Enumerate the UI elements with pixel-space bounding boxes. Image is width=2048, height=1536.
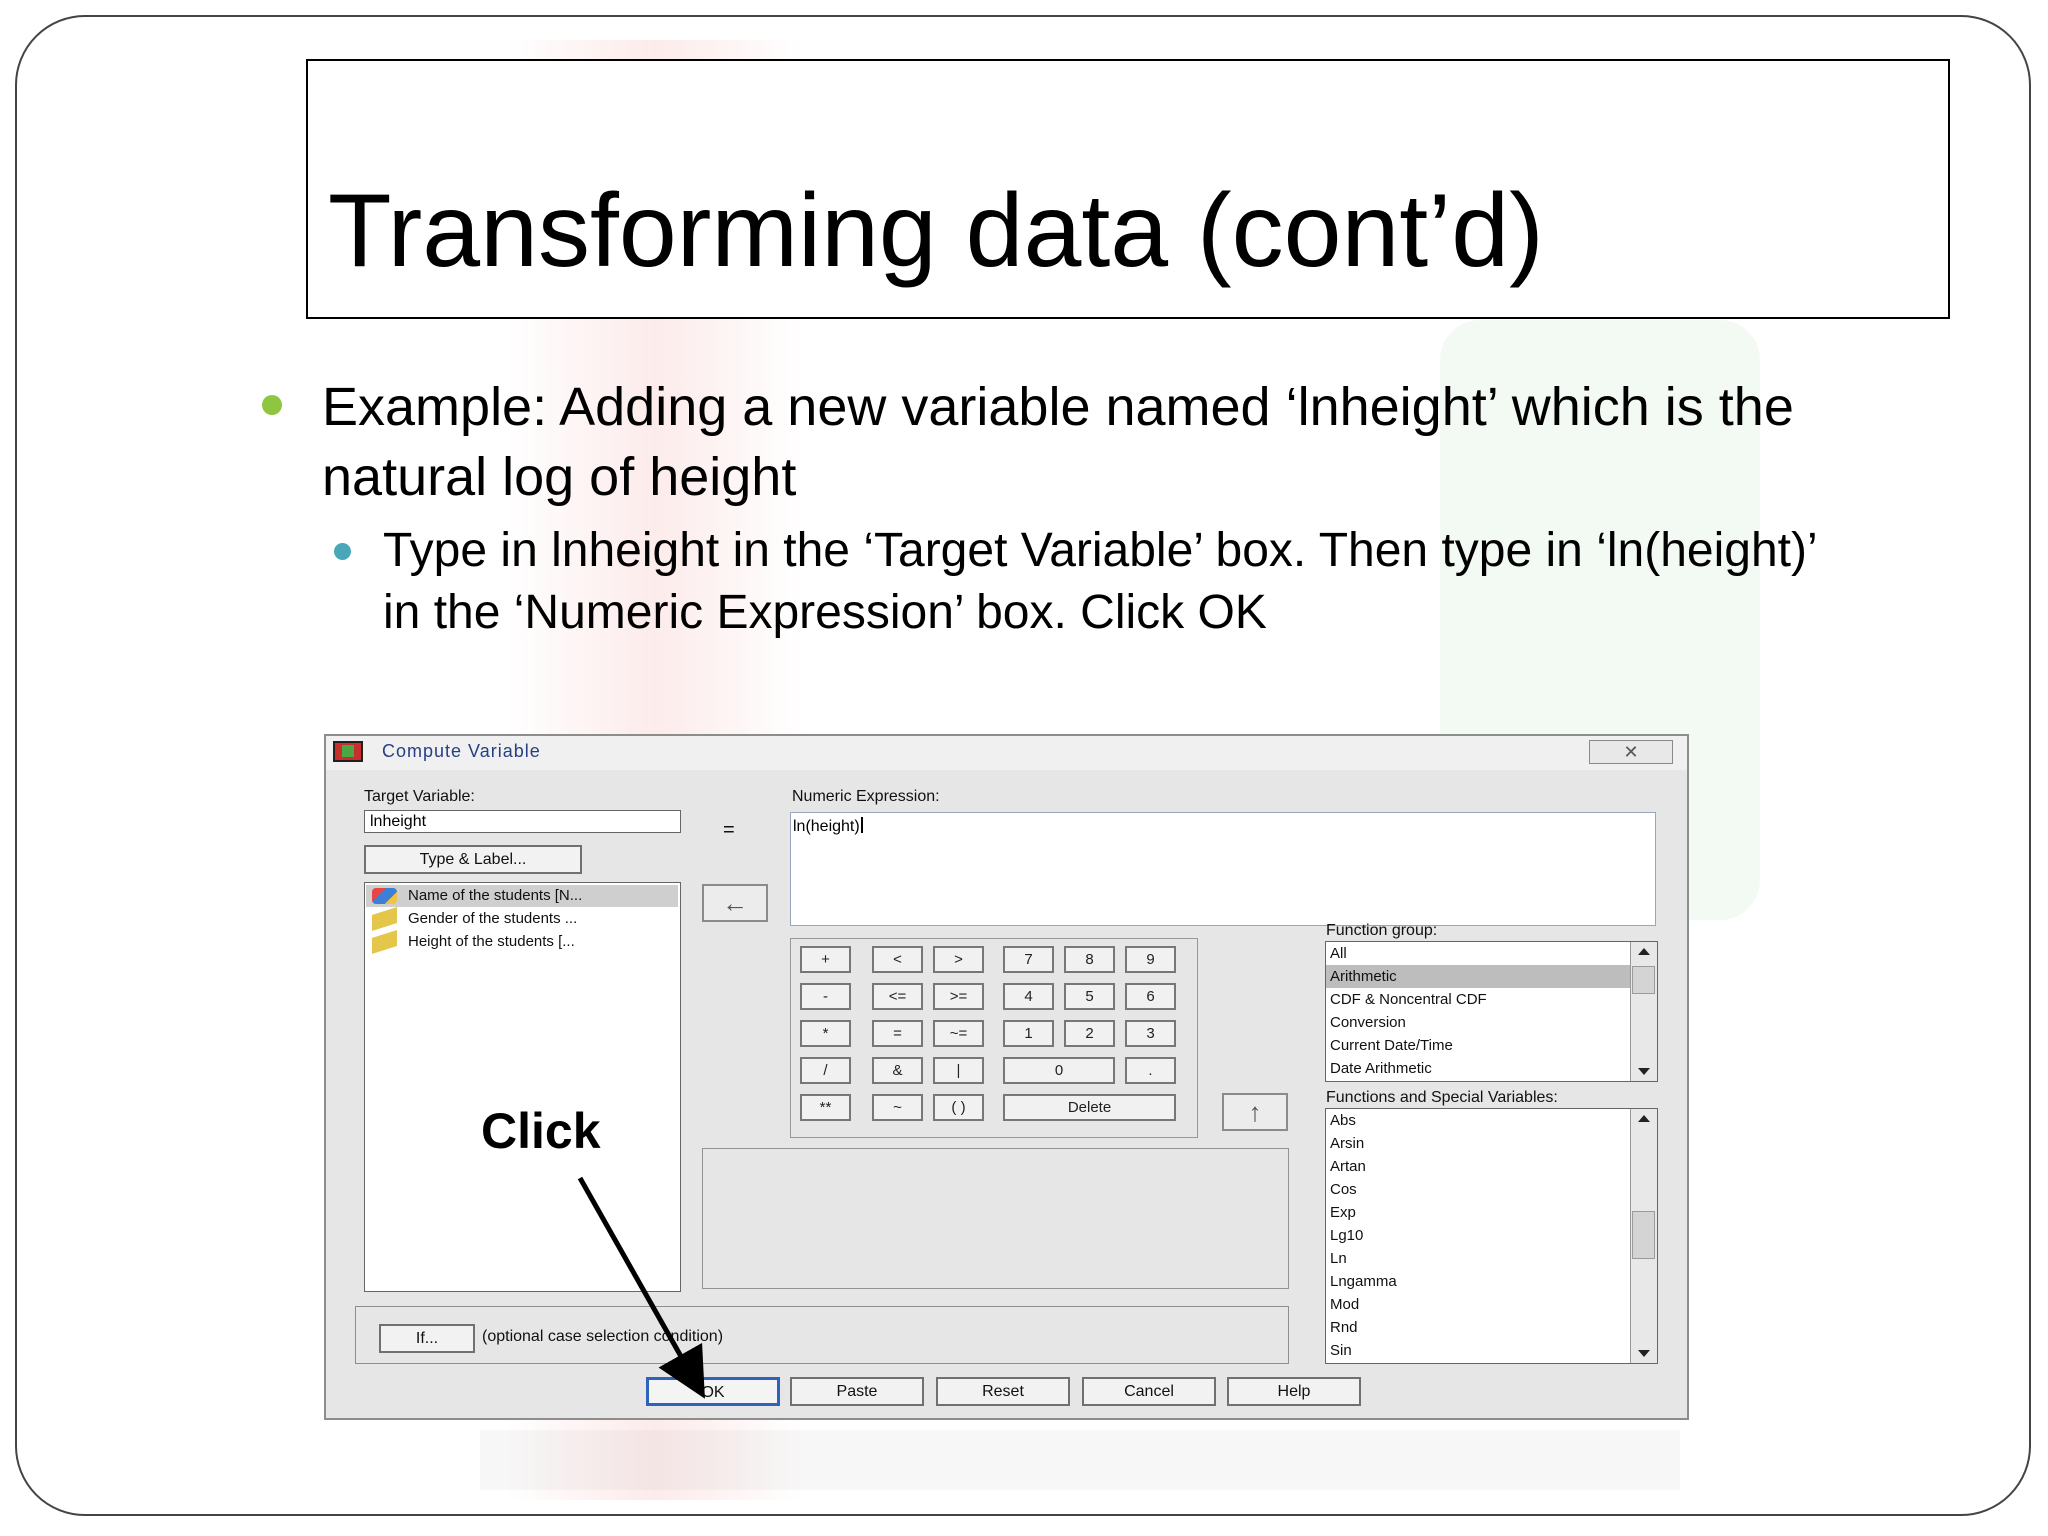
arrow-left-icon: ← — [722, 888, 748, 918]
key-less-than[interactable]: < — [872, 946, 923, 973]
dialog-titlebar: Compute Variable ✕ — [326, 736, 1687, 770]
equals-sign: = — [723, 819, 735, 841]
target-variable-label: Target Variable: — [364, 788, 475, 805]
paste-button[interactable]: Paste — [790, 1377, 924, 1406]
function-group-item[interactable]: Arithmetic — [1326, 965, 1657, 988]
target-variable-input[interactable]: lnheight — [364, 810, 681, 833]
scroll-down-icon[interactable] — [1638, 1350, 1650, 1357]
key-seven[interactable]: 7 — [1003, 946, 1054, 973]
scroll-thumb[interactable] — [1632, 966, 1655, 994]
key-greater-equal[interactable]: >= — [933, 983, 984, 1010]
key-three[interactable]: 3 — [1125, 1020, 1176, 1047]
key-divide[interactable]: / — [800, 1057, 851, 1084]
bullet-teal-dot — [334, 543, 351, 560]
nominal-variable-icon — [372, 888, 397, 904]
function-item[interactable]: Rnd — [1326, 1316, 1657, 1339]
function-item[interactable]: Mod — [1326, 1293, 1657, 1316]
scroll-up-icon[interactable] — [1638, 1115, 1650, 1122]
function-group-item[interactable]: All — [1326, 942, 1657, 965]
function-group-item[interactable]: Conversion — [1326, 1011, 1657, 1034]
function-item[interactable]: Cos — [1326, 1178, 1657, 1201]
key-nine[interactable]: 9 — [1125, 946, 1176, 973]
move-variable-button[interactable]: ← — [702, 884, 768, 922]
reset-button[interactable]: Reset — [936, 1377, 1070, 1406]
scroll-thumb[interactable] — [1632, 1211, 1655, 1259]
key-equals[interactable]: = — [872, 1020, 923, 1047]
key-one[interactable]: 1 — [1003, 1020, 1054, 1047]
text-cursor — [860, 817, 863, 833]
numeric-expression-input[interactable]: ln(height) — [790, 812, 1656, 926]
functions-scrollbar[interactable] — [1630, 1109, 1657, 1363]
key-four[interactable]: 4 — [1003, 983, 1054, 1010]
arrow-up-icon: ↑ — [1248, 1097, 1262, 1127]
key-greater-than[interactable]: > — [933, 946, 984, 973]
key-not[interactable]: ~ — [872, 1094, 923, 1121]
functions-special-variables-label: Functions and Special Variables: — [1326, 1089, 1558, 1106]
insert-function-button[interactable]: ↑ — [1222, 1093, 1288, 1131]
scroll-up-icon[interactable] — [1638, 948, 1650, 955]
variable-label-height: Height of the students [... — [408, 933, 575, 950]
variable-list[interactable]: Name of the students [N... Gender of the… — [364, 882, 681, 1292]
dialog-title: Compute Variable — [382, 741, 541, 761]
key-eight[interactable]: 8 — [1064, 946, 1115, 973]
key-parentheses[interactable]: ( ) — [933, 1094, 984, 1121]
numeric-expression-label: Numeric Expression: — [792, 788, 940, 805]
variable-item-gender[interactable]: Gender of the students ... — [366, 906, 678, 932]
function-item[interactable]: Abs — [1326, 1109, 1657, 1132]
function-group-label: Function group: — [1326, 922, 1438, 939]
function-description-box — [702, 1148, 1289, 1289]
calculator-keypad: + < > 7 8 9 - <= >= 4 5 6 * = ~= 1 2 3 /… — [790, 938, 1198, 1138]
key-less-equal[interactable]: <= — [872, 983, 923, 1010]
key-and[interactable]: & — [872, 1057, 923, 1084]
function-item[interactable]: Sin — [1326, 1339, 1657, 1362]
key-or[interactable]: | — [933, 1057, 984, 1084]
cancel-button[interactable]: Cancel — [1082, 1377, 1216, 1406]
variable-item-height[interactable]: Height of the students [... — [366, 929, 678, 955]
type-label-button[interactable]: Type & Label... — [364, 845, 582, 874]
key-plus[interactable]: + — [800, 946, 851, 973]
key-multiply[interactable]: * — [800, 1020, 851, 1047]
key-five[interactable]: 5 — [1064, 983, 1115, 1010]
key-minus[interactable]: - — [800, 983, 851, 1010]
function-group-item[interactable]: Date Arithmetic — [1326, 1057, 1657, 1080]
compute-variable-dialog: Compute Variable ✕ Target Variable: lnhe… — [324, 734, 1689, 1420]
function-group-item[interactable]: Current Date/Time — [1326, 1034, 1657, 1057]
help-button[interactable]: Help — [1227, 1377, 1361, 1406]
scale-variable-icon — [372, 906, 397, 932]
title-box: Transforming data (cont’d) — [306, 59, 1950, 319]
close-button[interactable]: ✕ — [1589, 740, 1673, 764]
key-power[interactable]: ** — [800, 1094, 851, 1121]
function-group-item[interactable]: CDF & Noncentral CDF — [1326, 988, 1657, 1011]
variable-label-name: Name of the students [N... — [408, 887, 583, 904]
bullet-example: Example: Adding a new variable named ‘ln… — [322, 377, 1794, 507]
function-item[interactable]: Artan — [1326, 1155, 1657, 1178]
function-item[interactable]: Lg10 — [1326, 1224, 1657, 1247]
variable-label-gender: Gender of the students ... — [408, 910, 578, 927]
if-button[interactable]: If... — [379, 1324, 475, 1353]
slide-title: Transforming data (cont’d) — [328, 173, 1544, 289]
key-decimal[interactable]: . — [1125, 1057, 1176, 1084]
function-item[interactable]: Exp — [1326, 1201, 1657, 1224]
key-two[interactable]: 2 — [1064, 1020, 1115, 1047]
scroll-down-icon[interactable] — [1638, 1068, 1650, 1075]
function-item[interactable]: Ln — [1326, 1247, 1657, 1270]
key-six[interactable]: 6 — [1125, 983, 1176, 1010]
click-annotation-label: Click — [481, 1103, 601, 1159]
function-group-list[interactable]: All Arithmetic CDF & Noncentral CDF Conv… — [1325, 941, 1658, 1082]
key-delete[interactable]: Delete — [1003, 1094, 1176, 1121]
key-not-equal[interactable]: ~= — [933, 1020, 984, 1047]
spss-app-icon — [333, 741, 363, 762]
function-group-scrollbar[interactable] — [1630, 942, 1657, 1081]
variable-item-name[interactable]: Name of the students [N... — [366, 885, 678, 907]
scale-variable-icon — [372, 929, 397, 955]
bullet-green-dot — [262, 395, 282, 415]
functions-special-variables-list[interactable]: Abs Arsin Artan Cos Exp Lg10 Ln Lngamma … — [1325, 1108, 1658, 1364]
function-item[interactable]: Lngamma — [1326, 1270, 1657, 1293]
optional-case-selection-text: (optional case selection condition) — [482, 1328, 724, 1345]
function-item[interactable]: Arsin — [1326, 1132, 1657, 1155]
bullet-instruction: Type in lnheight in the ‘Target Variable… — [383, 524, 1816, 639]
ok-button[interactable]: OK — [646, 1377, 780, 1406]
key-zero[interactable]: 0 — [1003, 1057, 1115, 1084]
numeric-expression-value: ln(height) — [793, 818, 860, 835]
